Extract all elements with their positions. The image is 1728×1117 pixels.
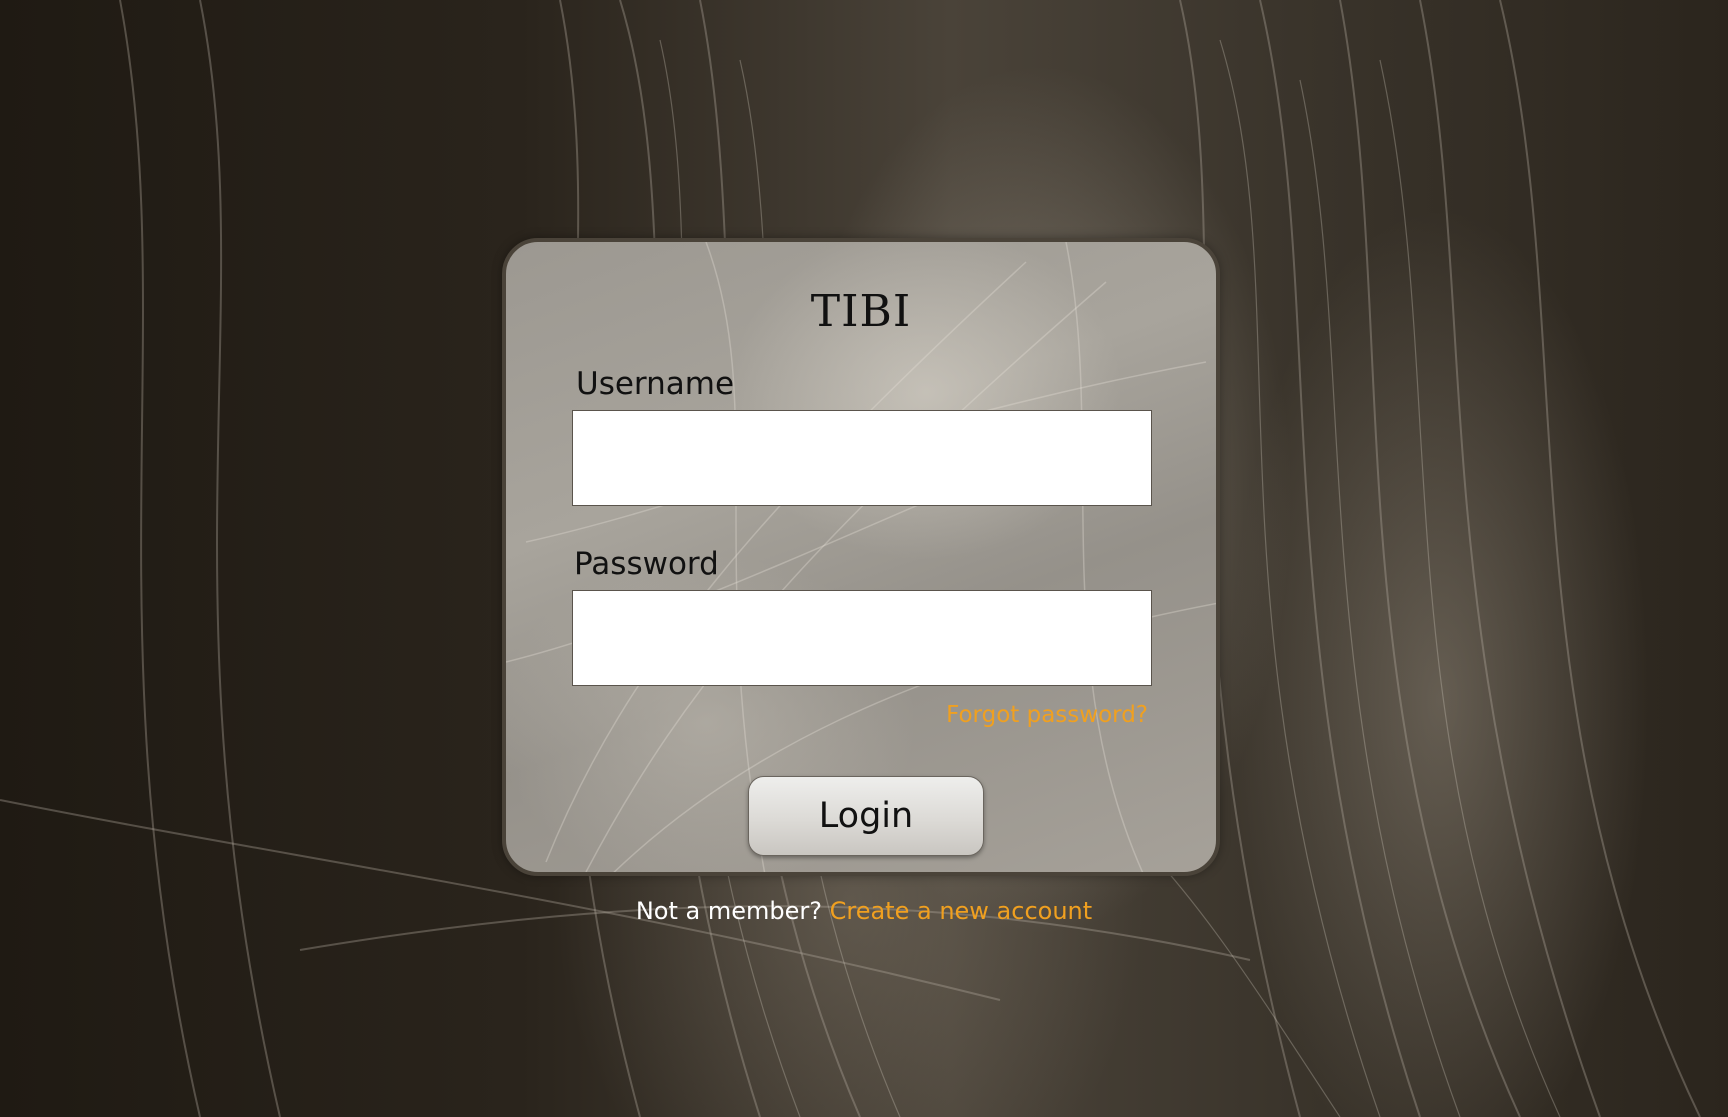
brand-title: TIBI [810,286,912,337]
login-button[interactable]: Login [748,776,984,856]
username-input[interactable] [572,410,1152,506]
password-label: Password [574,546,719,582]
login-card: TIBI Username Password Forgot password? … [502,238,1220,876]
password-input[interactable] [572,590,1152,686]
forgot-password-link[interactable]: Forgot password? [946,702,1148,728]
signup-prompt: Not a member? Create a new account [0,897,1728,925]
not-a-member-text: Not a member? [635,897,822,925]
create-account-link[interactable]: Create a new account [830,897,1093,925]
username-label: Username [576,366,735,402]
